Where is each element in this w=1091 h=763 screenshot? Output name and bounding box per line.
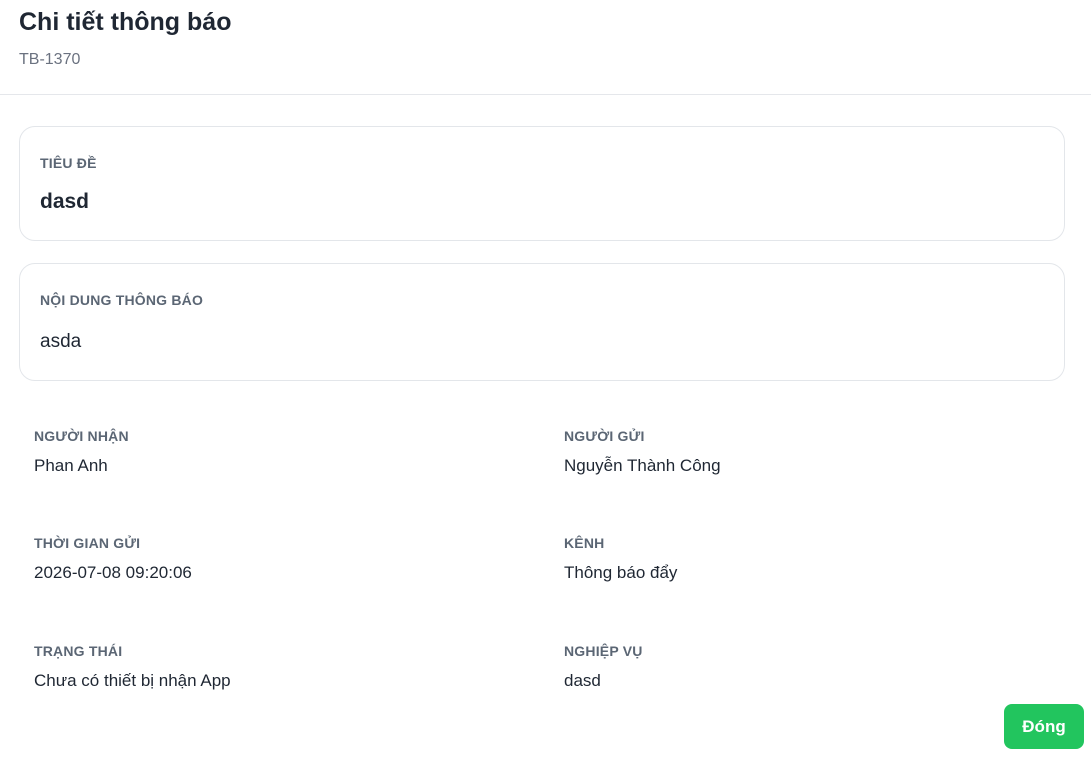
sent-time-value: 2026-07-08 09:20:06 — [34, 563, 192, 582]
dialog-title: Chi tiết thông báo — [19, 8, 232, 36]
recipient-value: Phan Anh — [34, 456, 108, 475]
content-label: NỘI DUNG THÔNG BÁO — [40, 292, 204, 308]
channel-field: KÊNH Thông báo đẩy — [564, 535, 1044, 583]
channel-value: Thông báo đẩy — [564, 563, 678, 582]
sender-field: NGƯỜI GỬI Nguyễn Thành Công — [564, 428, 1044, 476]
recipient-label: NGƯỜI NHẬN — [34, 428, 129, 444]
content-value: asda — [40, 331, 82, 352]
business-field: NGHIỆP VỤ dasd — [564, 643, 1044, 690]
status-value: Chưa có thiết bị nhận App — [34, 671, 231, 690]
business-label: NGHIỆP VỤ — [564, 643, 643, 659]
notification-detail-dialog: Chi tiết thông báo TB-1370 TIÊU ĐỀ dasd … — [0, 0, 1091, 763]
sent-time-label: THỜI GIAN GỬI — [34, 535, 141, 551]
title-label: TIÊU ĐỀ — [40, 155, 97, 171]
dialog-body[interactable]: TIÊU ĐỀ dasd NỘI DUNG THÔNG BÁO asda NGƯ… — [0, 96, 1091, 690]
status-field: TRẠNG THÁI Chưa có thiết bị nhận App — [34, 643, 514, 690]
channel-label: KÊNH — [564, 535, 605, 551]
sender-value: Nguyễn Thành Công — [564, 456, 721, 475]
recipient-field: NGƯỜI NHẬN Phan Anh — [34, 428, 514, 476]
notification-code: TB-1370 — [19, 51, 81, 68]
sent-time-field: THỜI GIAN GỬI 2026-07-08 09:20:06 — [34, 535, 514, 583]
content-card: NỘI DUNG THÔNG BÁO asda — [19, 263, 1065, 381]
title-value: dasd — [40, 190, 90, 213]
sender-label: NGƯỜI GỬI — [564, 428, 645, 444]
business-value: dasd — [564, 671, 601, 690]
status-label: TRẠNG THÁI — [34, 643, 123, 659]
dialog-header: Chi tiết thông báo TB-1370 — [0, 0, 1091, 95]
title-card: TIÊU ĐỀ dasd — [19, 126, 1065, 241]
close-button[interactable]: Đóng — [1004, 704, 1084, 749]
